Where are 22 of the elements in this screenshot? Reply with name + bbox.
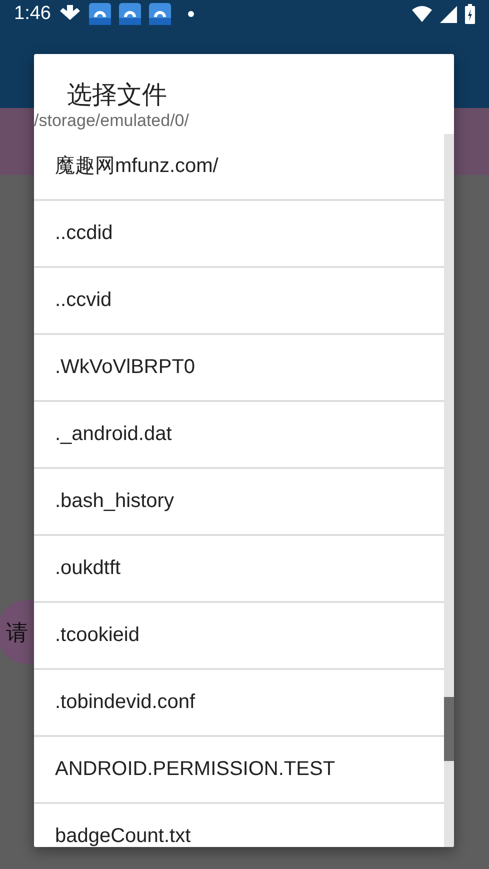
file-item[interactable]: ._android.dat bbox=[34, 402, 444, 468]
file-item[interactable]: .bash_history bbox=[34, 468, 444, 536]
app-icon bbox=[118, 3, 141, 25]
path-label: /storage/emulated/0/ bbox=[34, 110, 189, 130]
file-item[interactable]: ..ccdid bbox=[34, 200, 444, 268]
app-icon bbox=[148, 3, 171, 25]
signal-icon bbox=[440, 6, 457, 22]
file-item[interactable]: ..ccvid bbox=[34, 268, 444, 334]
file-item[interactable]: badgeCount.txt bbox=[34, 804, 444, 847]
file-item[interactable]: 魔趣网mfunz.com/ bbox=[34, 134, 444, 200]
file-item[interactable]: ANDROID.PERMISSION.TEST bbox=[34, 736, 444, 804]
battery-icon bbox=[465, 4, 475, 24]
status-time: 1:46 bbox=[14, 2, 51, 26]
scrollbar-thumb[interactable] bbox=[444, 696, 454, 760]
file-item[interactable]: .WkVoVlBRPT0 bbox=[34, 334, 444, 402]
file-item[interactable]: .tobindevid.conf bbox=[34, 670, 444, 736]
app-icon bbox=[88, 3, 111, 25]
file-item[interactable]: .oukdtft bbox=[34, 536, 444, 602]
file-item[interactable]: .tcookieid bbox=[34, 602, 444, 670]
dot-icon bbox=[186, 10, 195, 18]
wifi-icon bbox=[412, 6, 432, 22]
dialog-title: 选择文件 bbox=[66, 80, 168, 110]
